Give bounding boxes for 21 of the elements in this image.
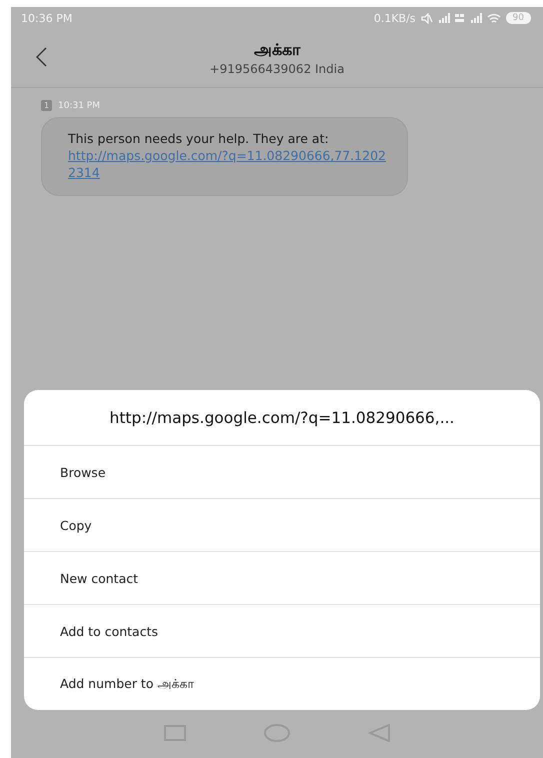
menu-item[interactable]: New contact: [24, 552, 540, 605]
message-time: 10:31 PM: [58, 100, 100, 110]
sim-badge: 1: [41, 100, 52, 111]
menu-item[interactable]: Add to contacts: [24, 605, 540, 658]
home-icon[interactable]: [264, 724, 290, 742]
menu-item[interactable]: Copy: [24, 499, 540, 552]
contact-number: +919566439062 India: [210, 62, 344, 76]
contact-name: அக்கா: [254, 40, 300, 61]
signal-icon: [438, 13, 450, 23]
recents-icon[interactable]: [164, 725, 186, 741]
status-time: 10:36 PM: [21, 12, 72, 24]
network-speed: 0.1KB/s: [374, 12, 416, 24]
battery-icon: 90: [506, 12, 531, 24]
signal-icon: [470, 13, 482, 23]
message-text: This person needs your help. They are at:: [68, 131, 329, 146]
menu-item[interactable]: Add number to அக்கா: [24, 658, 540, 710]
mute-icon: [420, 12, 433, 24]
menu-item[interactable]: Browse: [24, 446, 540, 499]
back-icon[interactable]: [35, 47, 47, 67]
sheet-title: http://maps.google.com/?q=11.08290666,...: [24, 390, 540, 446]
wifi-icon: [486, 12, 501, 24]
